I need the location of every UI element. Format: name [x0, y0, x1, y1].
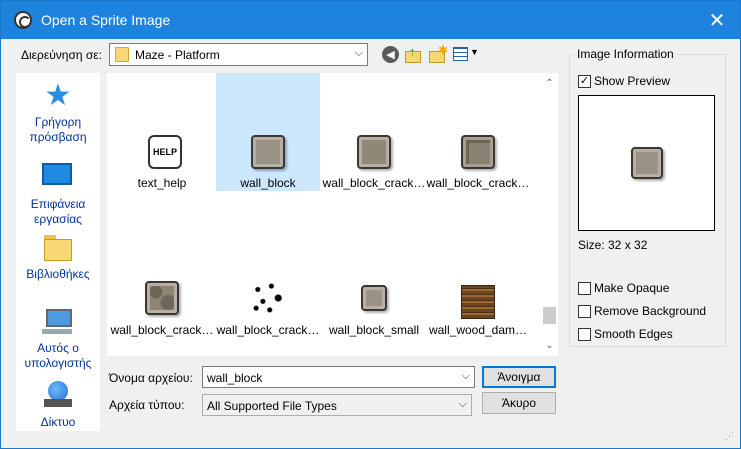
sidebar-item-label: Βιβλιοθήκες	[26, 267, 90, 281]
file-item-wall-block-cracked-1[interactable]: wall_block_crack…	[322, 73, 426, 191]
image-preview	[578, 95, 715, 231]
file-item-label: wall_block_crack…	[216, 323, 320, 337]
file-item-wall-wood-damaged[interactable]: wall_wood_dam…	[426, 223, 530, 341]
sidebar-item-network[interactable]: Δίκτυο	[16, 381, 100, 430]
chevron-down-icon: ⌵	[458, 398, 467, 410]
sidebar-item-desktop[interactable]: Επιφάνεια εργασίας	[16, 159, 100, 227]
show-preview-checkbox[interactable]: ✓ Show Preview	[578, 74, 670, 88]
file-item-wall-block-small[interactable]: wall_block_small	[322, 223, 426, 341]
star-icon: ★	[44, 79, 72, 112]
file-item-label: text_help	[137, 176, 187, 190]
sidebar-item-libraries[interactable]: Βιβλιοθήκες	[16, 233, 100, 282]
file-item-wall-block[interactable]: wall_block	[216, 73, 320, 191]
filename-label: Όνομα αρχείου:	[109, 371, 193, 385]
new-folder-icon[interactable]: ✱	[429, 43, 448, 63]
vertical-scrollbar[interactable]: ⌃ ⌄	[541, 73, 558, 356]
chevron-down-icon: ⌵	[461, 370, 470, 382]
sidebar-item-this-pc[interactable]: Αυτός ο υπολογιστής	[16, 307, 100, 371]
places-bar: ★ Γρήγορη πρόσβαση Επιφάνεια εργασίας Βι…	[16, 73, 100, 431]
look-in-combobox[interactable]: Maze - Platform ⌵	[109, 43, 368, 66]
show-preview-label: Show Preview	[594, 74, 671, 88]
back-arrow-icon[interactable]: ◀	[382, 46, 399, 63]
file-item-label: wall_block_small	[328, 323, 420, 337]
view-menu-icon[interactable]: ▼	[453, 47, 479, 63]
scroll-up-icon[interactable]: ⌃	[541, 75, 558, 92]
file-item-wall-block-cracked-3[interactable]: wall_block_crack…	[110, 223, 214, 341]
filetype-label: Αρχεία τύπου:	[109, 398, 185, 412]
file-item-wall-block-cracked-4[interactable]: wall_block_crack…	[216, 223, 320, 341]
chevron-down-icon: ⌵	[354, 47, 363, 59]
smooth-edges-checkbox[interactable]: Smooth Edges	[578, 327, 673, 341]
filetype-combobox[interactable]: All Supported File Types ⌵	[202, 394, 472, 416]
make-opaque-checkbox[interactable]: Make Opaque	[578, 281, 669, 295]
stone-block-thumbnail	[251, 135, 285, 169]
resize-grip-icon[interactable]: ⋰	[725, 431, 734, 442]
open-sprite-dialog: Open a Sprite Image ✕ Διερεύνηση σε: Maz…	[0, 0, 741, 449]
gamemaker-app-icon	[14, 11, 32, 29]
scroll-thumb[interactable]	[543, 307, 556, 324]
cracked-stone-thumbnail	[461, 135, 495, 169]
checkmark-icon: ✓	[578, 74, 591, 88]
image-size-label: Size: 32 x 32	[578, 238, 648, 252]
filename-combobox[interactable]: wall_block ⌵	[202, 366, 475, 388]
make-opaque-label: Make Opaque	[594, 281, 670, 295]
folder-icon	[115, 47, 129, 62]
sidebar-item-label: Γρήγορη πρόσβαση	[29, 115, 87, 144]
image-information-title: Image Information	[574, 47, 677, 61]
computer-icon	[42, 307, 74, 337]
filetype-value: All Supported File Types	[207, 399, 337, 413]
file-item-label: wall_block_crack…	[110, 323, 214, 337]
stone-block-preview	[631, 147, 663, 179]
close-button[interactable]: ✕	[694, 1, 740, 39]
small-stone-thumbnail	[361, 285, 387, 311]
file-item-label: wall_block_crack…	[322, 176, 426, 190]
libraries-icon	[42, 233, 74, 263]
window-title: Open a Sprite Image	[41, 12, 171, 28]
remove-background-label: Remove Background	[594, 304, 707, 318]
look-in-label: Διερεύνηση σε:	[21, 48, 102, 62]
wood-plank-thumbnail	[461, 285, 495, 319]
cancel-button[interactable]: Άκυρο	[482, 392, 556, 414]
crumbled-stone-thumbnail	[251, 281, 285, 315]
title-bar: Open a Sprite Image ✕	[1, 1, 740, 39]
file-item-label: wall_block_crack…	[426, 176, 530, 190]
sidebar-item-label: Επιφάνεια εργασίας	[30, 197, 86, 226]
open-button[interactable]: Άνοιγμα	[482, 366, 556, 388]
file-item-label: wall_wood_dam…	[428, 323, 528, 337]
look-in-value: Maze - Platform	[135, 48, 220, 62]
cracked-stone-thumbnail	[145, 281, 179, 315]
file-list[interactable]: HELP text_help wall_block wall_block_cra…	[107, 73, 558, 356]
up-folder-icon[interactable]: ↑	[405, 44, 421, 63]
sidebar-item-label: Δίκτυο	[40, 415, 76, 429]
file-item-wall-block-cracked-2[interactable]: wall_block_crack…	[426, 73, 530, 191]
cracked-stone-thumbnail	[357, 135, 391, 169]
help-sign-thumbnail: HELP	[148, 135, 182, 169]
network-icon	[42, 381, 74, 411]
scroll-down-icon[interactable]: ⌄	[541, 337, 558, 354]
desktop-icon	[42, 163, 74, 193]
sidebar-item-label: Αυτός ο υπολογιστής	[24, 341, 92, 370]
smooth-edges-label: Smooth Edges	[594, 327, 673, 341]
file-item-label: wall_block	[240, 176, 296, 190]
sidebar-item-quick-access[interactable]: ★ Γρήγορη πρόσβαση	[16, 81, 100, 145]
remove-background-checkbox[interactable]: Remove Background	[578, 304, 706, 318]
file-item-text-help[interactable]: HELP text_help	[110, 73, 214, 191]
filename-value: wall_block	[207, 371, 263, 385]
